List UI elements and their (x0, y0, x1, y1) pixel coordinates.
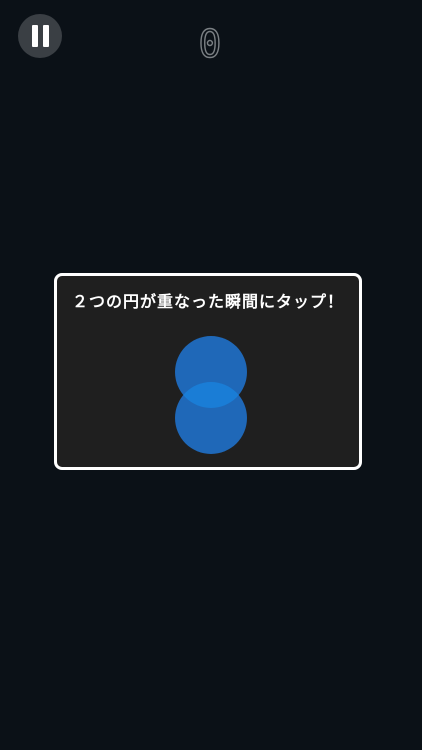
score-counter: 0 (198, 22, 224, 66)
overlapping-circles-illustration (175, 336, 247, 454)
tutorial-instruction: ２つの円が重なった瞬間にタップ！ (71, 292, 344, 311)
tutorial-panel[interactable]: ２つの円が重なった瞬間にタップ！ (54, 273, 362, 470)
